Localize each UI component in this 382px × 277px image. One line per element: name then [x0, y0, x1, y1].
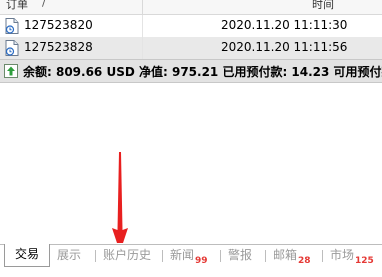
account-summary-row[interactable]: 余额: 809.66 USD 净值: 975.21 已用预付款: 14.23 可… — [0, 59, 382, 83]
account-summary-text: 余额: 809.66 USD 净值: 975.21 已用预付款: 14.23 可… — [23, 65, 382, 79]
balance-up-arrow-icon — [4, 64, 18, 78]
tab-label: 邮箱 — [273, 248, 298, 262]
tab-label: 账户历史 — [103, 248, 152, 262]
tab-separator — [322, 250, 323, 262]
table-row[interactable]: 127523820 2020.11.20 11:11:30 — [0, 15, 382, 37]
news-count-badge: 99 — [195, 256, 208, 266]
tab-separator — [162, 250, 163, 262]
order-time: 2020.11.20 11:11:30 — [221, 18, 348, 32]
column-divider[interactable] — [142, 0, 143, 14]
column-divider — [142, 37, 143, 59]
column-divider — [142, 15, 143, 37]
tab-label: 新闻 — [170, 248, 195, 262]
tab-exposure[interactable]: 展示 — [57, 245, 81, 265]
red-arrow-annotation — [112, 152, 128, 252]
sort-indicator: / — [42, 0, 46, 9]
tab-label: 警报 — [228, 248, 253, 262]
order-document-icon — [5, 18, 19, 34]
order-column-header[interactable]: 订单 — [6, 0, 28, 12]
market-count-badge: 125 — [355, 256, 374, 266]
terminal-tabs: 交易 展示 账户历史 新闻99 警报 邮箱28 市场125 — [0, 243, 382, 277]
order-id: 127523820 — [24, 18, 93, 32]
time-column-header[interactable]: 时间 — [312, 0, 334, 12]
order-time: 2020.11.20 11:11:56 — [221, 40, 348, 54]
tab-market[interactable]: 市场125 — [330, 245, 374, 266]
order-id: 127523828 — [24, 40, 93, 54]
tab-label: 市场 — [330, 248, 355, 262]
tab-mailbox[interactable]: 邮箱28 — [273, 245, 311, 266]
order-document-icon — [5, 40, 19, 56]
tab-alerts[interactable]: 警报 — [228, 245, 252, 265]
table-row[interactable]: 127523828 2020.11.20 11:11:56 — [0, 37, 382, 59]
tab-label: 交易 — [14, 247, 39, 261]
mailbox-count-badge: 28 — [298, 256, 311, 266]
tab-separator — [95, 250, 96, 262]
tab-separator — [220, 250, 221, 262]
tab-separator — [265, 250, 266, 262]
tab-label: 展示 — [57, 248, 82, 262]
tab-news[interactable]: 新闻99 — [170, 245, 208, 266]
table-header: 订单 / 时间 — [0, 0, 382, 15]
tab-trade[interactable]: 交易 — [4, 244, 50, 267]
tab-account-history[interactable]: 账户历史 — [103, 245, 151, 265]
